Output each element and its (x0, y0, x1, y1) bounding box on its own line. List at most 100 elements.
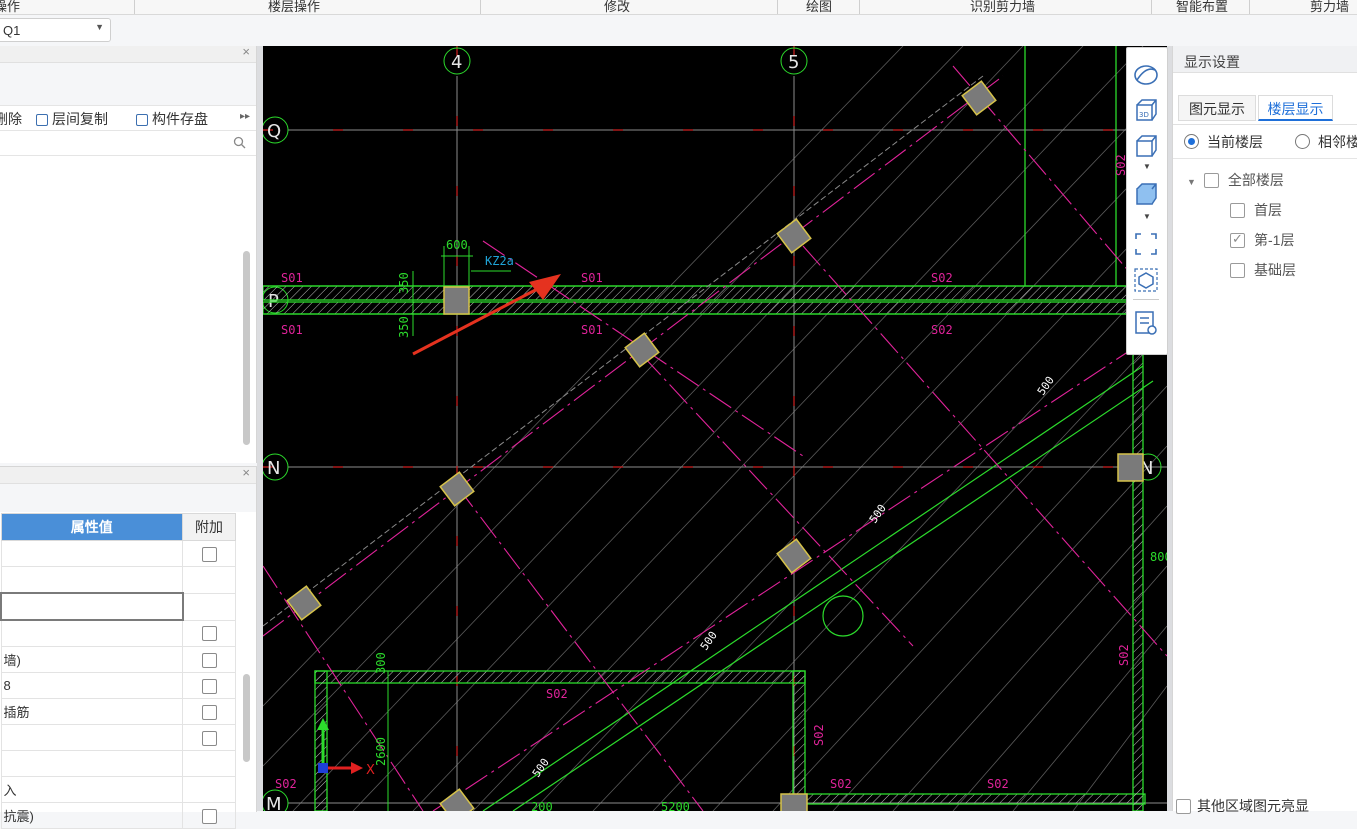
panel-header: × (0, 465, 256, 484)
tab-smart-place[interactable]: 智能布置 (1176, 0, 1228, 14)
checkbox[interactable] (201, 730, 217, 746)
solid-cube-icon[interactable] (1133, 182, 1159, 208)
axis-label-4: 4 (451, 52, 462, 73)
tab-floor-operate[interactable]: 楼层操作 (268, 0, 320, 14)
magenta-axes (263, 65, 1167, 811)
center-dashes (263, 46, 1167, 811)
checkbox[interactable] (1176, 799, 1191, 814)
tab-element-display[interactable]: 图元显示 (1178, 95, 1256, 121)
label-s01: S01 (581, 271, 603, 285)
label-kz2a: KZ2a (485, 254, 514, 268)
checkbox[interactable] (201, 704, 217, 720)
label-s02: S02 (931, 323, 953, 337)
label-s02: S02 (812, 724, 826, 746)
tree-basement-1[interactable]: 第-1层 (1230, 230, 1294, 250)
component-dropdown[interactable]: Q1 ▼ (0, 18, 111, 42)
checkbox[interactable] (201, 546, 217, 562)
radio-adjacent-floor[interactable]: 相邻楼 (1295, 132, 1357, 152)
close-icon[interactable]: × (242, 465, 250, 480)
axis-x-label: X (366, 763, 375, 778)
radio-button[interactable] (1295, 134, 1310, 149)
axis-label-5: 5 (788, 52, 799, 73)
table-row (0, 619, 236, 647)
svg-text:3D: 3D (1139, 111, 1149, 119)
search-bar[interactable] (0, 131, 256, 156)
tab-floor-display[interactable]: 楼层显示 (1258, 95, 1333, 121)
chevron-down-icon[interactable]: ▼ (1143, 212, 1151, 221)
tree-first-floor-label: 首层 (1254, 202, 1282, 218)
cad-drawing-canvas[interactable]: 4 5 Q P N N M (263, 46, 1167, 811)
tab-modify[interactable]: 修改 (604, 0, 630, 14)
label-s02: S02 (275, 777, 297, 791)
panel-title: 显示设置 (1184, 54, 1240, 70)
dim-350: 350 (397, 272, 411, 294)
checkbox-checked[interactable] (1230, 231, 1245, 248)
radio-button[interactable] (1184, 134, 1199, 149)
dim-350: 350 (397, 316, 411, 338)
highlight-other-area[interactable]: 其他区域图元亮显 (1176, 796, 1309, 816)
tree-foundation[interactable]: 基础层 (1230, 260, 1296, 280)
radio-current-floor[interactable]: 当前楼层 (1184, 132, 1263, 152)
cube-view-icon[interactable] (1133, 134, 1159, 160)
save-component-button[interactable]: 构件存盘 (136, 109, 208, 129)
tree-foundation-label: 基础层 (1254, 262, 1296, 278)
checkbox[interactable] (201, 626, 217, 642)
checkbox[interactable] (1230, 263, 1245, 278)
fit-view-icon[interactable] (1133, 231, 1159, 257)
component-select-bar: Q1 ▼ (0, 15, 1357, 46)
save-icon (136, 114, 148, 126)
component-toolbar: 删除 层间复制 构件存盘 ▸▸ (0, 106, 256, 131)
dim-500: 500 (698, 629, 720, 653)
view-3d-icon[interactable]: 3D (1133, 98, 1159, 124)
table-row: 墙) (0, 646, 236, 673)
tab-shearwall[interactable]: 剪力墙 (1310, 0, 1349, 14)
floor-copy-label: 层间复制 (52, 111, 108, 127)
table-row: 抗震) (0, 802, 236, 829)
display-settings-panel: 显示设置 图元显示 楼层显示 当前楼层 相邻楼 ▼ 全部楼层 首层 第-1层 基础… (1172, 46, 1357, 814)
properties-panel: × 属性值 附加 墙) 8 插筋 入 抗震) (0, 465, 257, 829)
dim-200: 200 (531, 800, 553, 811)
col-add-header: 附加 (182, 513, 236, 541)
checkbox[interactable] (201, 678, 217, 694)
tab-draw[interactable]: 绘图 (806, 0, 832, 14)
highlight-other-area-label: 其他区域图元亮显 (1197, 798, 1309, 814)
checkbox[interactable] (201, 652, 217, 668)
dim-2600: 2600 (374, 737, 388, 766)
box-select-icon[interactable] (1133, 267, 1159, 293)
label-s02: S02 (830, 777, 852, 791)
columns (286, 80, 1144, 811)
table-row (0, 540, 236, 567)
dim-500: 500 (1035, 374, 1057, 398)
checkbox[interactable] (1203, 173, 1219, 188)
orbit-icon[interactable] (1133, 62, 1159, 88)
ribbon-tab-strip: 操作 楼层操作 修改 绘图 识别剪力墙 智能布置 剪力墙 (0, 0, 1357, 15)
chevron-down-icon[interactable]: ▼ (1143, 162, 1151, 171)
save-component-label: 构件存盘 (152, 111, 208, 127)
expand-icon[interactable]: ▼ (1187, 177, 1196, 187)
tree-all-floors[interactable]: ▼ 全部楼层 (1187, 170, 1284, 190)
grid-axes (288, 76, 1167, 811)
panel-title-bar: 显示设置 (1173, 46, 1357, 73)
delete-label: 删除 (0, 111, 22, 127)
table-row: 入 (0, 776, 236, 803)
tab-operate[interactable]: 操作 (0, 0, 20, 14)
scrollbar[interactable] (243, 251, 250, 445)
delete-button[interactable]: 删除 (0, 109, 22, 129)
tree-all-floors-label: 全部楼层 (1227, 172, 1284, 188)
copy-icon (36, 114, 48, 126)
close-icon[interactable]: × (242, 44, 250, 59)
panel-band (0, 63, 256, 106)
editing-cell[interactable] (0, 592, 184, 621)
cad-drawing[interactable]: 4 5 Q P N N M (263, 46, 1167, 811)
tab-identify-shearwall[interactable]: 识别剪力墙 (970, 0, 1035, 14)
tree-basement-1-label: 第-1层 (1254, 232, 1295, 248)
checkbox[interactable] (1230, 203, 1245, 218)
tree-first-floor[interactable]: 首层 (1230, 200, 1282, 220)
scrollbar[interactable] (243, 674, 250, 762)
floor-copy-button[interactable]: 层间复制 (36, 109, 108, 129)
label-s02: S02 (987, 777, 1009, 791)
display-settings-icon[interactable] (1133, 310, 1159, 336)
table-row: 8 (0, 672, 236, 699)
more-icon[interactable]: ▸▸ (240, 111, 250, 122)
col-value-header: 属性值 (0, 513, 183, 541)
